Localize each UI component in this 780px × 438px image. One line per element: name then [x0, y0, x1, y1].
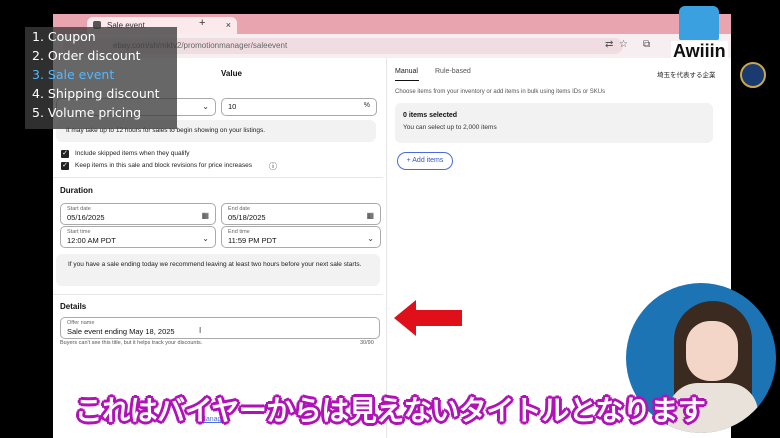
- divider: [53, 294, 383, 295]
- start-date-field[interactable]: Start date 05/16/2025 ▦: [60, 203, 216, 225]
- char-counter: 30/90: [360, 340, 374, 346]
- overlay-item-volume-pricing: 5. Volume pricing: [32, 105, 142, 120]
- text-cursor-icon: I: [199, 326, 202, 335]
- chevron-down-icon: ⌄: [202, 102, 209, 111]
- start-time-value: 12:00 AM PDT: [67, 236, 116, 245]
- value-input-text: 10: [228, 102, 237, 111]
- end-time-select[interactable]: End time 11:59 PM PDT ⌄: [221, 226, 381, 248]
- divider: [53, 177, 383, 178]
- chevron-down-icon: ⌄: [367, 234, 374, 243]
- logo-tagline: 埼玉を代表する企業: [655, 68, 718, 80]
- tab-rule-based[interactable]: Rule-based: [435, 68, 471, 75]
- offer-name-label: Offer name: [67, 320, 95, 326]
- active-tab-indicator: [395, 80, 419, 81]
- video-subtitle: これはバイヤーからは見えないタイトルとなります: [74, 394, 706, 427]
- value-label: Value: [221, 69, 242, 78]
- checkbox-checked-icon: ✓: [61, 150, 69, 158]
- overlay-item-shipping-discount: 4. Shipping discount: [32, 86, 160, 101]
- chevron-down-icon: ⌄: [202, 234, 209, 243]
- add-items-button[interactable]: + Add items: [397, 152, 453, 170]
- end-date-value: 05/18/2025: [228, 213, 266, 222]
- items-selected-subtitle: You can select up to 2,000 items: [403, 124, 497, 131]
- items-selected-box: 0 items selected You can select up to 2,…: [395, 103, 713, 143]
- calendar-icon[interactable]: ▦: [201, 211, 209, 220]
- items-selected-title: 0 items selected: [403, 112, 458, 119]
- end-time-value: 11:59 PM PDT: [228, 236, 277, 245]
- panel-divider: [386, 58, 387, 438]
- percent-unit: %: [363, 102, 370, 109]
- tab-manual[interactable]: Manual: [395, 68, 418, 75]
- end-date-label: End date: [228, 206, 251, 212]
- tip-text: If you have a sale ending today we recom…: [68, 261, 362, 268]
- red-arrow-icon: [394, 300, 462, 336]
- overlay-item-coupon: 1. Coupon: [32, 29, 96, 44]
- new-tab-button[interactable]: +: [199, 17, 205, 29]
- duration-heading: Duration: [60, 186, 93, 195]
- offer-name-value: Sale event ending May 18, 2025: [67, 327, 175, 336]
- star-icon[interactable]: ☆: [619, 39, 628, 50]
- checkbox-label: Keep items in this sale and block revisi…: [75, 162, 253, 169]
- tip-box: If you have a sale ending today we recom…: [56, 254, 380, 286]
- start-date-value: 05/16/2025: [67, 213, 105, 222]
- info-icon[interactable]: ⓘ: [269, 161, 277, 172]
- end-time-label: End time: [228, 229, 250, 235]
- start-time-select[interactable]: Start time 12:00 AM PDT ⌄: [60, 226, 216, 248]
- value-input[interactable]: 10 %: [221, 98, 377, 116]
- details-heading: Details: [60, 302, 87, 311]
- close-tab-icon[interactable]: ×: [226, 20, 231, 30]
- start-time-label: Start time: [67, 229, 91, 235]
- start-date-label: Start date: [67, 206, 91, 212]
- offer-name-helper: Buyers can't see this title, but it help…: [60, 340, 203, 346]
- translate-icon[interactable]: ⇄: [605, 39, 613, 50]
- video-overlay-list: 1. Coupon 2. Order discount 3. Sale even…: [25, 27, 177, 129]
- award-seal-icon: [740, 62, 766, 88]
- checkbox-label: Include skipped items when they qualify: [75, 150, 190, 157]
- logo-name: Awiiin: [671, 41, 728, 62]
- end-date-field[interactable]: End date 05/18/2025 ▦: [221, 203, 381, 225]
- items-description: Choose items from your inventory or add …: [395, 89, 606, 95]
- overlay-item-order-discount: 2. Order discount: [32, 48, 141, 63]
- logo-mark-icon: [679, 6, 719, 40]
- offer-name-input[interactable]: Offer name Sale event ending May 18, 202…: [60, 317, 380, 339]
- extensions-icon[interactable]: ⧉: [643, 39, 650, 50]
- calendar-icon[interactable]: ▦: [366, 211, 374, 220]
- channel-logo: Awiiin 埼玉を代表する企業: [655, 4, 777, 88]
- presenter-face: [686, 321, 738, 381]
- checkbox-checked-icon: ✓: [61, 162, 69, 170]
- overlay-item-sale-event: 3. Sale event: [32, 67, 115, 82]
